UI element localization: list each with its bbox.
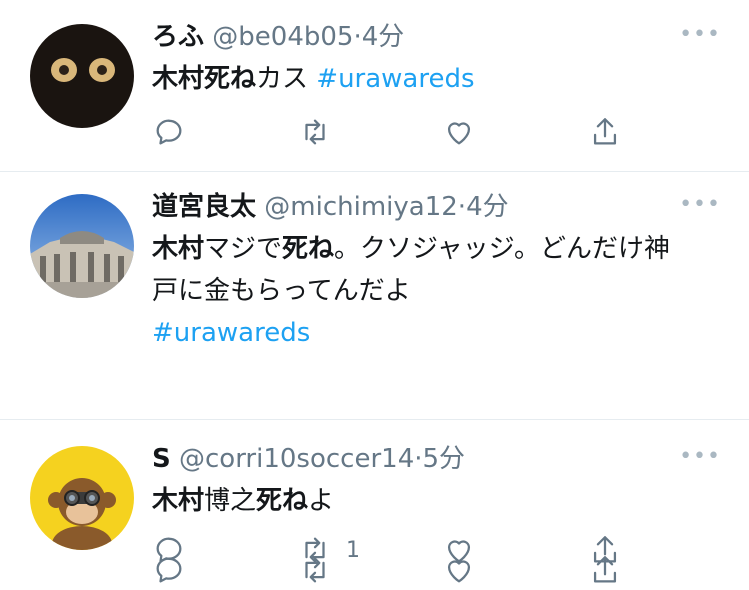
tweet-actions	[152, 550, 632, 590]
text-bold: 死ね	[256, 486, 309, 516]
tweet-text: 木村博之死ねよ	[152, 480, 725, 522]
more-dots-icon[interactable]: •••	[679, 442, 721, 472]
timestamp[interactable]: 4分	[466, 192, 509, 222]
text-line: 木村マジで死ね。クソジャッジ。どんだけ神	[152, 228, 725, 270]
reply-button[interactable]	[152, 112, 186, 152]
heart-icon	[447, 560, 471, 583]
tweet-header: ろふ @be04b05·4分	[152, 20, 725, 54]
retweet-icon	[305, 557, 325, 583]
text-plain: マジで	[204, 234, 283, 264]
tweet-header: 道宮良太 @michimiya12·4分	[152, 190, 725, 224]
text-line: 戸に金もらってんだよ	[152, 276, 411, 306]
user-handle[interactable]: @corri10soccer14	[179, 444, 414, 474]
reply-button[interactable]	[152, 550, 186, 590]
text-plain: 。クソジャッジ。どんだけ神	[334, 234, 670, 264]
avatar[interactable]	[30, 24, 134, 128]
text-bold: 木村死ね	[152, 64, 257, 94]
more-dots-icon[interactable]: •••	[679, 190, 721, 220]
separator-dot: ·	[414, 444, 423, 474]
display-name[interactable]: 道宮良太	[152, 192, 256, 222]
share-icon	[593, 556, 617, 583]
text-bold: 死ね	[282, 234, 335, 264]
tweet-text: 木村マジで死ね。クソジャッジ。どんだけ神 戸に金もらってんだよ #uraware…	[152, 228, 725, 354]
tweet-1[interactable]: ろふ @be04b05·4分 ••• 木村死ねカス #urawareds	[0, 0, 749, 172]
tweet-3[interactable]: S @corri10soccer14·5分 ••• 木村博之死ねよ	[0, 420, 749, 589]
more-dots-icon[interactable]: •••	[679, 20, 721, 50]
tweet-text: 木村死ねカス #urawareds	[152, 58, 725, 100]
text-plain: よ	[308, 486, 335, 516]
heart-icon	[447, 122, 471, 145]
retweet-button[interactable]	[298, 112, 346, 152]
display-name[interactable]: ろふ	[152, 22, 204, 52]
like-button[interactable]	[442, 112, 476, 152]
hashtag-link[interactable]: #urawareds	[152, 318, 310, 348]
text-plain: 博之	[204, 486, 257, 516]
text-bold: 木村	[152, 234, 205, 264]
like-button[interactable]	[442, 550, 476, 590]
retweet-icon	[305, 119, 325, 145]
tweet-actions	[152, 112, 632, 152]
user-handle[interactable]: @michimiya12	[264, 192, 458, 222]
timestamp[interactable]: 5分	[423, 444, 466, 474]
avatar[interactable]	[30, 446, 134, 550]
separator-dot: ·	[457, 192, 467, 222]
share-button[interactable]	[588, 550, 622, 590]
user-handle[interactable]: @be04b05	[212, 22, 353, 52]
tweet-2[interactable]: 道宮良太 @michimiya12·4分 ••• 木村マジで死ね。クソジャッジ。…	[0, 172, 749, 563]
retweet-button[interactable]	[298, 550, 346, 590]
tweet-header: S @corri10soccer14·5分	[152, 442, 725, 476]
timestamp[interactable]: 4分	[362, 22, 405, 52]
display-name[interactable]: S	[152, 444, 171, 474]
hashtag-link[interactable]: #urawareds	[316, 64, 474, 94]
share-button[interactable]	[588, 112, 622, 152]
separator-dot: ·	[353, 22, 362, 52]
text-plain: カス	[256, 64, 317, 94]
avatar[interactable]	[30, 194, 134, 298]
text-bold: 木村	[152, 486, 205, 516]
share-icon	[593, 118, 617, 145]
reply-icon	[156, 557, 182, 583]
reply-icon	[156, 119, 182, 145]
